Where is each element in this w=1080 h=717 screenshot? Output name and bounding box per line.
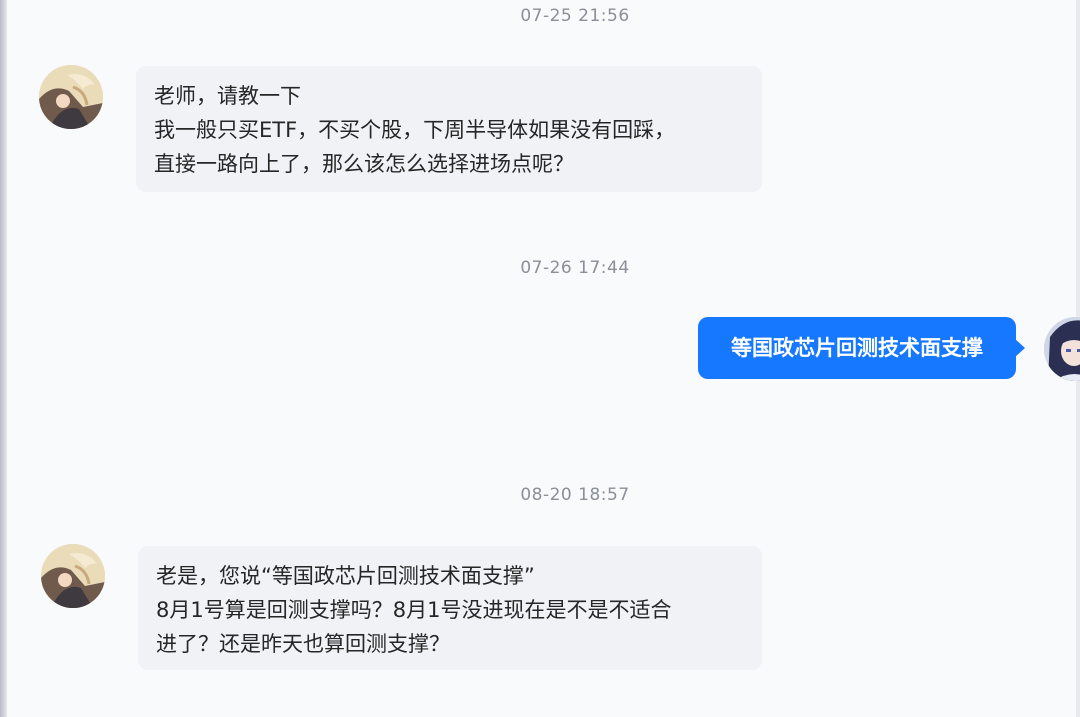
anime-character-avatar-icon[interactable] [39,65,103,129]
message-line: 我一般只买ETF，不买个股，下周半导体如果没有回踩， [154,118,676,142]
bubble-tail [1015,339,1025,357]
message-bubble-incoming[interactable]: 老是，您说“等国政芯片回测技术面支撑” 8月1号算是回测支撑吗？8月1号没进现在… [138,546,762,670]
timestamp: 07-26 17:44 [520,258,630,278]
message-bubble-incoming[interactable]: 老师，请教一下 我一般只买ETF，不买个股，下周半导体如果没有回踩， 直接一路向… [136,66,762,192]
message-bubble-outgoing[interactable]: 等国政芯片回测技术面支撑 [698,317,1025,379]
window-left-edge [0,0,7,717]
message-line: 进了？还是昨天也算回测支撑？ [156,632,450,656]
anime-girl-avatar-icon[interactable] [1044,317,1080,381]
message-line: 直接一路向上了，那么该怎么选择进场点呢？ [154,152,574,176]
anime-character-avatar-icon[interactable] [41,544,105,608]
message-text: 等国政芯片回测技术面支撑 [731,336,983,360]
message-line: 老是，您说“等国政芯片回测技术面支撑” [156,564,535,588]
message-line: 老师，请教一下 [154,84,301,108]
timestamp: 08-20 18:57 [520,485,630,505]
message-line: 8月1号算是回测支撑吗？8月1号没进现在是不是不适合 [156,598,672,622]
timestamp: 07-25 21:56 [520,6,630,26]
